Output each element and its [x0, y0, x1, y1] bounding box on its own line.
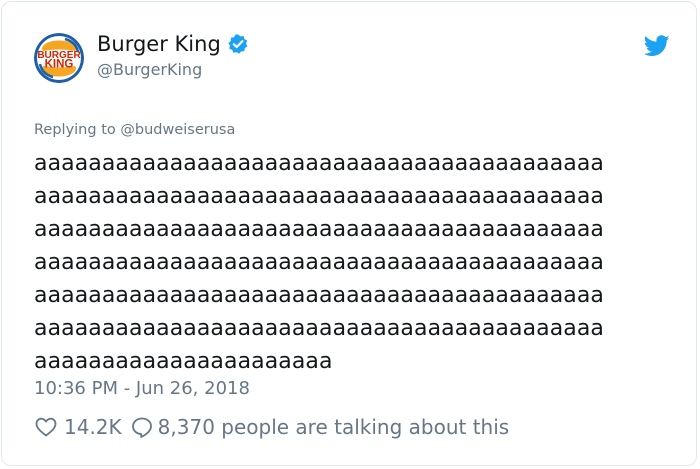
heart-outline-icon[interactable]: [34, 415, 58, 439]
author-handle[interactable]: @BurgerKing: [97, 60, 202, 79]
tweet-actions: 14.2K 8,370 people are talking about thi…: [34, 415, 509, 439]
verified-badge-icon: [228, 34, 248, 54]
tweet-text-line: aaaaaaaaaaaaaaaaaaaaaaaaaaaaaaaaaaaaaaaa…: [34, 151, 605, 176]
tweet-text-line: aaaaaaaaaaaaaaaaaaaaaaaaaaaaaaaaaaaaaaaa…: [34, 283, 605, 308]
talking-about-count[interactable]: 8,370 people are talking about this: [158, 415, 510, 439]
author-name-row[interactable]: Burger King: [97, 32, 249, 56]
tweet-text-line: aaaaaaaaaaaaaaaaaaaaaa: [34, 349, 333, 374]
burger-king-logo-avatar[interactable]: BURGER KING: [34, 33, 84, 83]
twitter-bird-icon[interactable]: [644, 35, 670, 57]
like-count[interactable]: 14.2K: [64, 415, 122, 439]
tweet-timestamp[interactable]: 10:36 PM - Jun 26, 2018: [34, 378, 250, 399]
author-name[interactable]: Burger King: [97, 32, 221, 56]
replying-to-line: Replying to @budweiserusa: [34, 122, 235, 138]
logo-word-king: KING: [45, 59, 74, 71]
tweet-text-line: aaaaaaaaaaaaaaaaaaaaaaaaaaaaaaaaaaaaaaaa…: [34, 316, 605, 341]
tweet-text: aaaaaaaaaaaaaaaaaaaaaaaaaaaaaaaaaaaaaaaa…: [34, 147, 674, 378]
tweet-text-line: aaaaaaaaaaaaaaaaaaaaaaaaaaaaaaaaaaaaaaaa…: [34, 184, 605, 209]
tweet-card[interactable]: BURGER KING Burger King @BurgerKing Repl…: [1, 1, 697, 466]
replying-to-handle[interactable]: @budweiserusa: [120, 122, 235, 138]
tweet-text-line: aaaaaaaaaaaaaaaaaaaaaaaaaaaaaaaaaaaaaaaa…: [34, 250, 605, 275]
burger-king-logo: BURGER KING: [34, 33, 84, 83]
replying-to-prefix: Replying to: [34, 122, 121, 138]
tweet-text-line: aaaaaaaaaaaaaaaaaaaaaaaaaaaaaaaaaaaaaaaa…: [34, 217, 605, 242]
speech-bubble-icon[interactable]: [130, 415, 154, 439]
